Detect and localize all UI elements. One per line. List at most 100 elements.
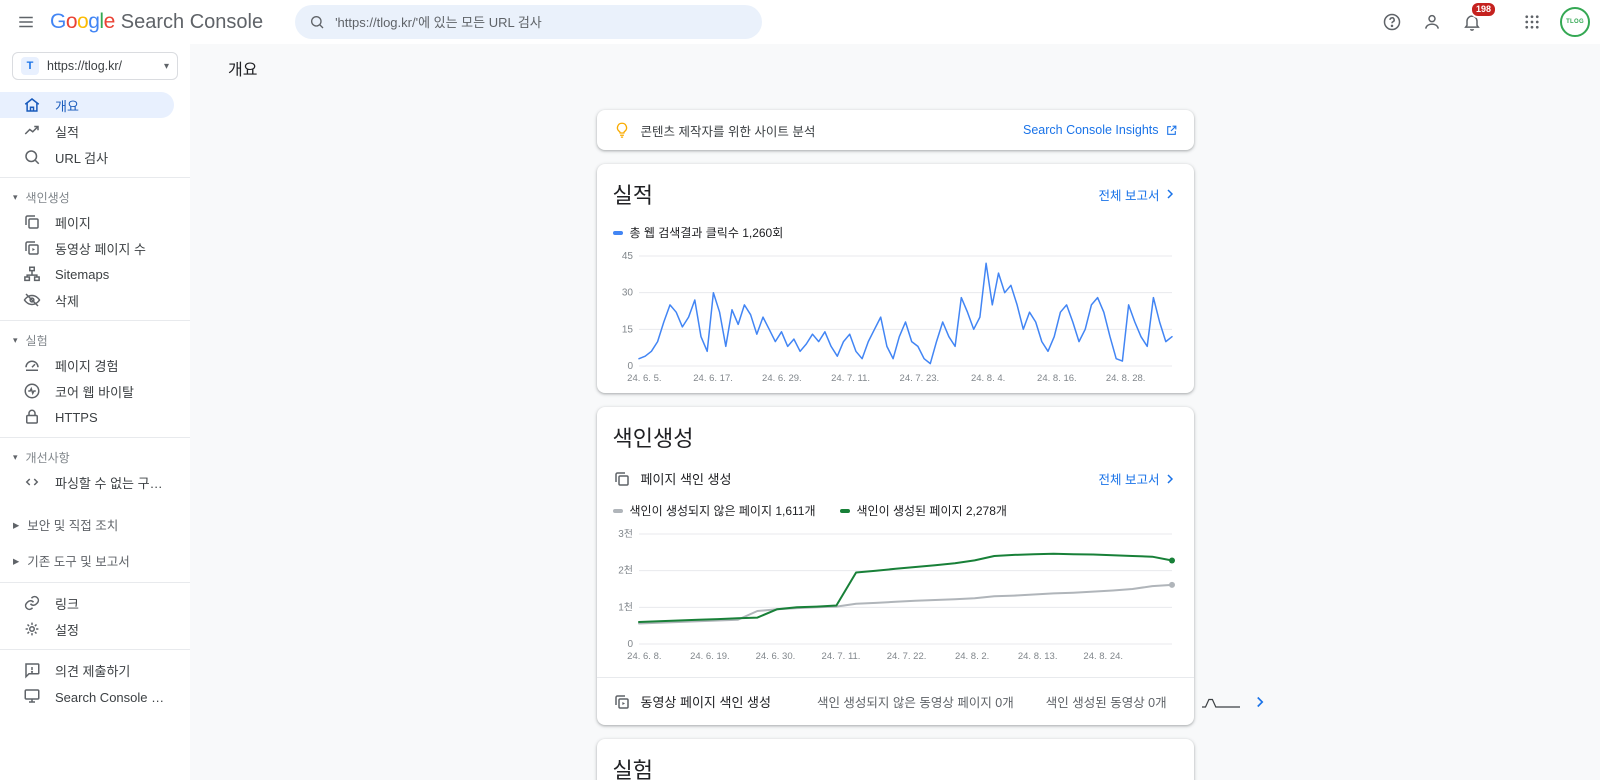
chevron-right-icon <box>1162 186 1178 202</box>
help-icon <box>1382 12 1402 32</box>
account-avatar[interactable]: TLOG <box>1560 7 1590 37</box>
sidebar-item-sitemaps[interactable]: Sitemaps <box>0 261 174 287</box>
svg-text:24. 6. 5.: 24. 6. 5. <box>627 373 661 384</box>
sidebar-item-about[interactable]: Search Console 정보 <box>0 683 174 709</box>
sidebar-section-experience[interactable]: ▾ 실험 <box>0 328 190 352</box>
hamburger-icon <box>17 13 35 31</box>
sidebar-item-label: HTTPS <box>55 410 98 425</box>
apps-grid-icon <box>1523 13 1541 31</box>
url-inspect-searchbar[interactable] <box>295 5 762 39</box>
apps-grid-button[interactable] <box>1514 4 1550 40</box>
svg-text:30: 30 <box>621 288 633 299</box>
svg-text:15: 15 <box>621 324 633 335</box>
indexing-legend-indexed: 색인이 생성된 페이지 2,278개 <box>840 502 1007 519</box>
sidebar-item-core-web-vitals[interactable]: 코어 웹 바이탈 <box>0 378 174 404</box>
sidebar-item-label: 삭제 <box>55 291 79 310</box>
sidebar-item-label: 파싱할 수 없는 구조화된 ... <box>55 473 174 492</box>
svg-text:0: 0 <box>627 639 633 650</box>
svg-text:24. 8. 16.: 24. 8. 16. <box>1037 373 1077 384</box>
performance-full-report-link[interactable]: 전체 보고서 <box>1099 185 1178 204</box>
divider <box>0 582 190 583</box>
insights-link[interactable]: Search Console Insights <box>1023 123 1178 137</box>
collapse-icon: ▸ <box>13 553 19 568</box>
svg-text:3천: 3천 <box>618 529 633 540</box>
svg-text:24. 7. 22.: 24. 7. 22. <box>886 651 926 662</box>
logo-product: Search Console <box>121 11 263 34</box>
topbar: Google Search Console 198 TLOG <box>0 0 1600 44</box>
sidebar-item-feedback[interactable]: 의견 제출하기 <box>0 657 174 683</box>
full-report-label: 전체 보고서 <box>1099 469 1160 488</box>
collapse-icon: ▸ <box>13 517 19 532</box>
svg-text:24. 8. 13.: 24. 8. 13. <box>1017 651 1057 662</box>
svg-text:1천: 1천 <box>618 601 633 613</box>
url-inspect-input[interactable] <box>335 15 748 30</box>
performance-legend-clicks: 총 웹 검색결과 클릭수 1,260회 <box>613 224 784 241</box>
code-icon <box>23 473 41 491</box>
indexing-chart[interactable]: 01천2천3천24. 6. 8.24. 6. 19.24. 6. 30.24. … <box>597 529 1162 663</box>
svg-text:24. 8. 28.: 24. 8. 28. <box>1105 373 1145 384</box>
eye-off-icon <box>23 291 41 309</box>
insights-banner-text: 콘텐츠 제작자를 위한 사이트 분석 <box>641 121 1014 140</box>
help-button[interactable] <box>1374 4 1410 40</box>
sidebar-item-label: 동영상 페이지 수 <box>55 239 146 258</box>
svg-text:24. 7. 11.: 24. 7. 11. <box>831 373 870 384</box>
sidebar-item-links[interactable]: 링크 <box>0 590 174 616</box>
search-icon <box>309 14 325 30</box>
svg-text:0: 0 <box>627 361 633 372</box>
home-icon <box>23 96 41 114</box>
section-label: 보안 및 직접 조치 <box>27 515 118 534</box>
legend-marker <box>613 231 623 235</box>
indexing-title: 색인생성 <box>597 421 1194 453</box>
sidebar: T https://tlog.kr/ ▾ 개요 실적 URL 검사 ▾ 색인생성… <box>0 44 190 780</box>
experience-card: 실험 <box>597 739 1194 780</box>
sidebar-section-security-manual-actions[interactable]: ▸ 보안 및 직접 조치 <box>0 509 190 539</box>
monitor-icon <box>23 687 41 705</box>
manage-account-button[interactable] <box>1414 4 1450 40</box>
svg-text:24. 8. 4.: 24. 8. 4. <box>970 373 1004 384</box>
sidebar-item-label: URL 검사 <box>55 148 108 167</box>
logo-google: Google <box>50 10 115 34</box>
svg-text:2천: 2천 <box>618 565 633 577</box>
external-link-icon <box>1165 124 1178 137</box>
sidebar-item-performance[interactable]: 실적 <box>0 118 174 144</box>
svg-text:24. 6. 8.: 24. 6. 8. <box>627 651 661 662</box>
sidebar-item-label: 실적 <box>55 122 79 141</box>
main-content: 개요 콘텐츠 제작자를 위한 사이트 분석 Search Console Ins… <box>190 44 1600 780</box>
search-icon <box>23 148 41 166</box>
video-indexing-label: 동영상 페이지 색인 생성 <box>641 692 771 711</box>
sidebar-item-video-pages[interactable]: 동영상 페이지 수 <box>0 235 174 261</box>
video-indexed-count: 색인 생성된 동영상 0개 <box>1046 692 1167 711</box>
sidebar-item-page-experience[interactable]: 페이지 경험 <box>0 352 174 378</box>
lock-icon <box>23 408 41 426</box>
sidebar-item-removals[interactable]: 삭제 <box>0 287 174 313</box>
video-indexing-row[interactable]: 동영상 페이지 색인 생성 색인 생성되지 않은 동영상 페이지 0개 색인 생… <box>597 677 1194 725</box>
chevron-right-icon[interactable] <box>1251 693 1269 711</box>
divider <box>0 649 190 650</box>
notification-badge: 198 <box>1470 1 1497 18</box>
section-label: 실험 <box>26 332 48 349</box>
expand-icon: ▾ <box>13 335 18 346</box>
sidebar-item-overview[interactable]: 개요 <box>0 92 174 118</box>
svg-text:24. 8. 2.: 24. 8. 2. <box>954 651 988 662</box>
svg-text:24. 7. 11.: 24. 7. 11. <box>821 651 860 662</box>
indexing-full-report-link[interactable]: 전체 보고서 <box>1099 469 1178 488</box>
sidebar-section-enhancements[interactable]: ▾ 개선사항 <box>0 445 190 469</box>
property-selector[interactable]: T https://tlog.kr/ ▾ <box>12 52 178 80</box>
menu-button[interactable] <box>8 4 44 40</box>
experience-title: 실험 <box>613 753 1178 780</box>
indexing-pages-label: 페이지 색인 생성 <box>641 469 732 488</box>
svg-text:24. 6. 17.: 24. 6. 17. <box>693 373 733 384</box>
sidebar-item-url-inspection[interactable]: URL 검사 <box>0 144 174 170</box>
performance-chart[interactable]: 015304524. 6. 5.24. 6. 17.24. 6. 29.24. … <box>613 251 1178 385</box>
sidebar-item-unparsable-structured-data[interactable]: 파싱할 수 없는 구조화된 ... <box>0 469 174 495</box>
sidebar-section-legacy-tools[interactable]: ▸ 기존 도구 및 보고서 <box>0 545 190 575</box>
sidebar-item-pages[interactable]: 페이지 <box>0 209 174 235</box>
performance-card: 실적 전체 보고서 총 웹 검색결과 클릭수 1,260회 015304524.… <box>597 164 1194 393</box>
legend-marker <box>840 509 850 513</box>
sidebar-section-indexing[interactable]: ▾ 색인생성 <box>0 185 190 209</box>
sidebar-item-https[interactable]: HTTPS <box>0 404 174 430</box>
property-label: https://tlog.kr/ <box>47 59 156 73</box>
notifications-button[interactable]: 198 <box>1454 4 1490 40</box>
insights-link-label: Search Console Insights <box>1023 123 1159 137</box>
sidebar-item-settings[interactable]: 설정 <box>0 616 174 642</box>
